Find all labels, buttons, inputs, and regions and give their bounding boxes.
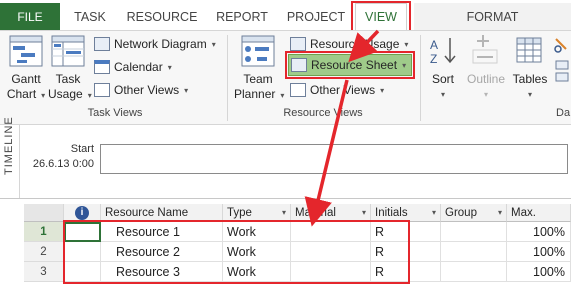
arrow-to-grid <box>304 79 349 227</box>
annotation-arrows <box>304 29 380 227</box>
arrow-to-resource-sheet <box>348 29 380 63</box>
